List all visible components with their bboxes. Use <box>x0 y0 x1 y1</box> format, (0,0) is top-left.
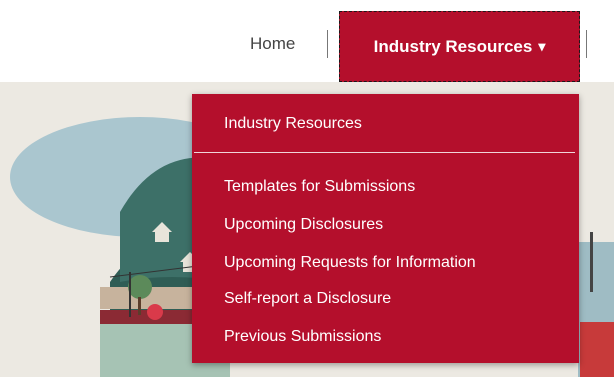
nav-home-link[interactable]: Home <box>250 34 295 54</box>
industry-resources-menu: Industry Resources Templates for Submiss… <box>192 94 579 363</box>
menu-divider <box>194 152 575 153</box>
nav-industry-resources-label: Industry Resources <box>373 36 533 56</box>
menu-item-upcoming-disclosures[interactable]: Upcoming Disclosures <box>224 216 383 234</box>
nav-divider <box>327 30 328 58</box>
menu-item-industry-resources[interactable]: Industry Resources <box>224 115 362 133</box>
menu-item-upcoming-rfi[interactable]: Upcoming Requests for Information <box>224 254 476 272</box>
menu-item-templates[interactable]: Templates for Submissions <box>224 178 415 196</box>
top-navbar: Home Industry Resources ▾ <box>0 0 614 82</box>
chevron-down-icon: ▾ <box>538 38 546 54</box>
nav-divider <box>586 30 587 58</box>
menu-item-previous-submissions[interactable]: Previous Submissions <box>224 328 381 346</box>
nav-industry-resources-dropdown[interactable]: Industry Resources ▾ <box>339 11 580 82</box>
menu-item-self-report[interactable]: Self-report a Disclosure <box>224 290 391 308</box>
